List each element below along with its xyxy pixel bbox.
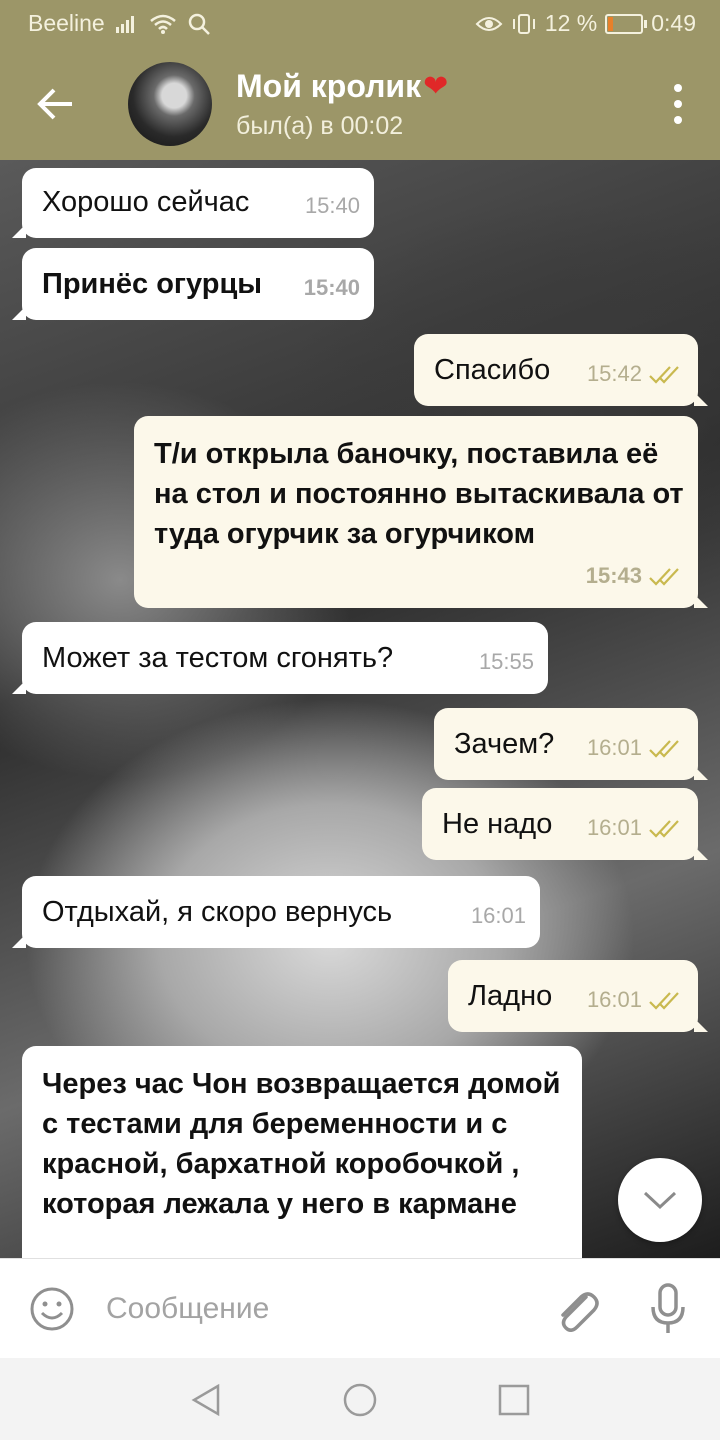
dot-icon bbox=[674, 100, 682, 108]
system-navigation-bar bbox=[0, 1358, 720, 1440]
time-label: 15:40 bbox=[304, 193, 360, 218]
message-bubble[interactable]: Не надо 16:01 bbox=[422, 788, 708, 860]
message-text: Через час Чон возвращается домой с теста… bbox=[42, 1068, 561, 1220]
status-right: 12 % 0:49 bbox=[475, 10, 696, 37]
square-recents-icon bbox=[498, 1384, 530, 1416]
time-label: 15:42 bbox=[586, 361, 642, 386]
dot-icon bbox=[674, 84, 682, 92]
message-time: 15:55 bbox=[479, 642, 534, 682]
time-label: 16:01 bbox=[586, 735, 642, 760]
message-bubble[interactable]: Хорошо сейчас 15:40 bbox=[12, 168, 374, 238]
double-check-icon bbox=[649, 820, 679, 838]
nav-home-button[interactable] bbox=[342, 1382, 378, 1418]
status-bar: Beeline 12 % 0:49 bbox=[0, 0, 720, 48]
contact-title[interactable]: Мой кролик ❤ bbox=[236, 68, 448, 105]
time-label: 15:55 bbox=[478, 649, 534, 674]
battery-percent: 12 % bbox=[544, 10, 598, 36]
back-arrow-icon bbox=[37, 88, 72, 120]
message-time: 16:01 bbox=[587, 980, 684, 1020]
wifi-icon bbox=[149, 14, 176, 34]
emoji-button[interactable] bbox=[30, 1287, 74, 1331]
message-text: Может за тестом сгонять? bbox=[42, 642, 394, 674]
avatar[interactable] bbox=[128, 62, 212, 146]
double-check-icon bbox=[649, 992, 679, 1010]
time-label: 15:43 bbox=[585, 563, 642, 588]
eye-icon bbox=[475, 16, 503, 31]
message-time: 15:42 bbox=[587, 354, 684, 394]
message-time: 15:40 bbox=[305, 186, 360, 226]
voice-message-button[interactable] bbox=[648, 1281, 688, 1337]
time-label: 16:01 bbox=[470, 903, 526, 928]
message-bubble[interactable]: Ладно 16:01 bbox=[448, 960, 708, 1032]
message-time: 15:43 bbox=[586, 556, 684, 596]
time-label: 15:40 bbox=[303, 275, 360, 300]
message-input[interactable] bbox=[104, 1283, 528, 1335]
message-bubble[interactable]: Зачем? 16:01 bbox=[434, 708, 708, 780]
double-check-icon bbox=[649, 568, 679, 586]
message-time: 16:01 bbox=[587, 728, 684, 768]
nav-back-button[interactable] bbox=[188, 1382, 224, 1418]
carrier-label: Beeline bbox=[28, 10, 105, 36]
status-left: Beeline bbox=[28, 10, 211, 37]
attach-button[interactable] bbox=[552, 1283, 600, 1335]
battery-icon bbox=[605, 13, 648, 34]
more-options-button[interactable] bbox=[672, 84, 684, 124]
chat-area[interactable]: Хорошо сейчас 15:40 Принёс огурцы 15:40 … bbox=[0, 160, 720, 1258]
paperclip-icon bbox=[561, 1292, 599, 1332]
chat-header: Мой кролик ❤ был(а) в 00:02 bbox=[0, 48, 720, 160]
message-text: Отдыхай, я скоро вернусь bbox=[42, 896, 393, 928]
vibrate-icon bbox=[512, 13, 535, 34]
message-time: 16:01 bbox=[471, 896, 526, 936]
signal-icon bbox=[115, 15, 134, 33]
dot-icon bbox=[674, 116, 682, 124]
microphone-icon bbox=[651, 1283, 685, 1333]
message-bubble[interactable]: Через час Чон возвращается домой с теста… bbox=[22, 1046, 582, 1258]
nav-recents-button[interactable] bbox=[496, 1382, 532, 1418]
back-button[interactable] bbox=[30, 82, 80, 126]
contact-name: Мой кролик bbox=[236, 68, 422, 104]
message-bubble[interactable]: Спасибо 15:42 bbox=[414, 334, 708, 406]
message-time: 15:40 bbox=[304, 268, 360, 308]
last-seen: был(а) в 00:02 bbox=[236, 112, 404, 140]
message-bubble[interactable]: Т/и открыла баночку, поставила её на сто… bbox=[134, 416, 708, 608]
search-icon bbox=[188, 13, 210, 35]
clock: 0:49 bbox=[651, 10, 696, 36]
message-text: Т/и открыла баночку, поставила её на сто… bbox=[154, 438, 684, 550]
message-time: 16:01 bbox=[587, 808, 684, 848]
double-check-icon bbox=[649, 366, 679, 384]
time-label: 16:01 bbox=[586, 815, 642, 840]
chevron-down-icon bbox=[643, 1191, 677, 1210]
smiley-icon bbox=[30, 1287, 74, 1331]
message-bubble[interactable]: Принёс огурцы 15:40 bbox=[12, 248, 374, 320]
message-composer bbox=[0, 1258, 720, 1359]
heart-icon: ❤ bbox=[423, 70, 449, 103]
circle-home-icon bbox=[343, 1383, 377, 1417]
triangle-back-icon bbox=[191, 1383, 220, 1417]
scroll-to-bottom-button[interactable] bbox=[618, 1158, 702, 1242]
time-label: 16:01 bbox=[586, 987, 642, 1012]
double-check-icon bbox=[649, 740, 679, 758]
message-bubble[interactable]: Может за тестом сгонять? 15:55 bbox=[12, 622, 548, 694]
message-bubble[interactable]: Отдыхай, я скоро вернусь 16:01 bbox=[12, 876, 540, 948]
